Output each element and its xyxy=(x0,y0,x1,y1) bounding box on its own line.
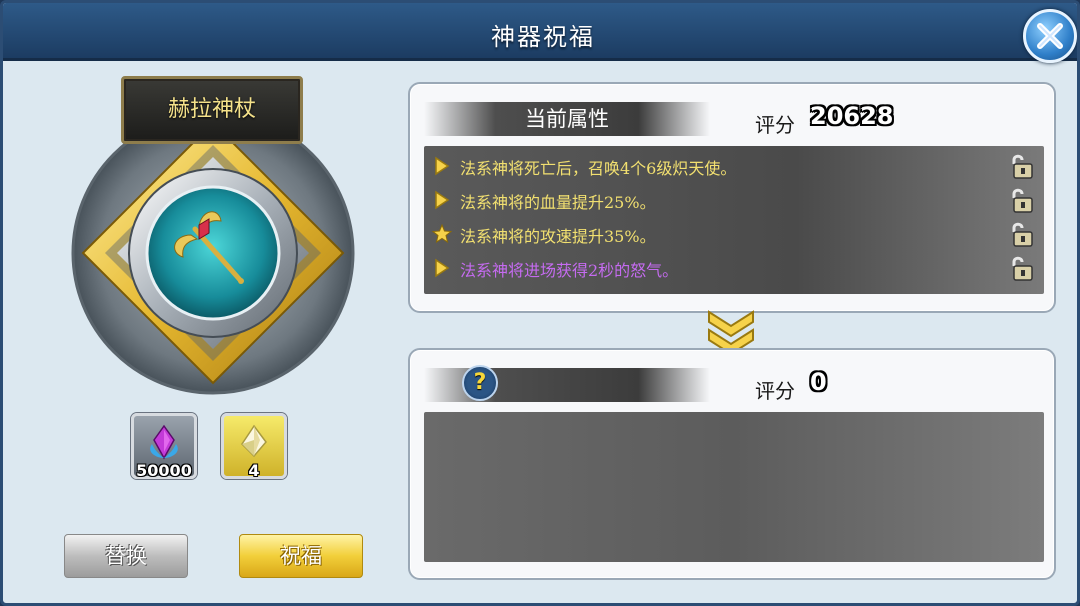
close-icon xyxy=(1037,23,1063,49)
purple-gem-icon xyxy=(150,424,178,460)
question-icon[interactable]: ? xyxy=(462,365,498,401)
attribute-text: 法系神将进场获得2秒的怒气。 xyxy=(460,261,679,280)
material-count: 50000 xyxy=(136,461,192,480)
attribute-row: 法系神将死亡后，召唤4个6级炽天使。 xyxy=(424,150,1044,182)
close-button[interactable] xyxy=(1023,9,1077,63)
attribute-text: 法系神将死亡后，召唤4个6级炽天使。 xyxy=(460,159,737,178)
triangle-icon xyxy=(435,190,450,210)
current-attributes-panel: 当前属性 评分 20628 法系神将死亡后，召唤4个6级炽天使。 法系神将的血量… xyxy=(408,82,1056,313)
artifact-name: 赫拉神杖 xyxy=(167,97,256,122)
next-attributes-panel: ? 评分 0 xyxy=(408,348,1056,580)
star-icon xyxy=(432,224,452,244)
score-label: 评分 xyxy=(755,379,795,403)
title-bar: 神器祝福 xyxy=(3,3,1077,61)
attribute-list: 法系神将死亡后，召唤4个6级炽天使。 法系神将的血量提升25%。 法系神将的攻速… xyxy=(424,146,1044,294)
artifact-name-plate: 赫拉神杖 xyxy=(121,76,303,144)
material-slot-crystal[interactable]: 4 xyxy=(221,413,287,480)
unlocked-lock-icon[interactable] xyxy=(1008,186,1036,214)
current-attributes-header: 当前属性 xyxy=(424,102,710,136)
bless-button[interactable]: 祝福 xyxy=(239,534,363,578)
attribute-text: 法系神将的攻速提升35%。 xyxy=(460,227,656,246)
attribute-row: 法系神将进场获得2秒的怒气。 xyxy=(424,252,1044,284)
window-title: 神器祝福 xyxy=(491,23,595,51)
triangle-icon xyxy=(435,258,450,278)
current-attributes-title: 当前属性 xyxy=(525,107,609,131)
attribute-text: 法系神将的血量提升25%。 xyxy=(460,193,656,212)
unlocked-lock-icon[interactable] xyxy=(1008,254,1036,282)
unlocked-lock-icon[interactable] xyxy=(1008,220,1036,248)
crystal-icon xyxy=(241,424,267,458)
blessing-window: 神器祝福 赫拉神杖 50000 4 替换 祝福 当前属性 评分 20628 法系… xyxy=(0,0,1080,606)
unlocked-lock-icon[interactable] xyxy=(1008,152,1036,180)
score-value: 0 xyxy=(810,368,827,396)
score-label: 评分 xyxy=(755,113,795,137)
artifact-emblem xyxy=(71,111,355,395)
next-attribute-list xyxy=(424,412,1044,562)
attribute-row: 法系神将的攻速提升35%。 xyxy=(424,218,1044,250)
material-slot-gem[interactable]: 50000 xyxy=(131,413,197,480)
score-value: 20628 xyxy=(810,102,894,130)
material-count: 4 xyxy=(248,461,260,480)
replace-button[interactable]: 替换 xyxy=(64,534,188,578)
triangle-icon xyxy=(435,156,450,176)
attribute-row: 法系神将的血量提升25%。 xyxy=(424,184,1044,216)
